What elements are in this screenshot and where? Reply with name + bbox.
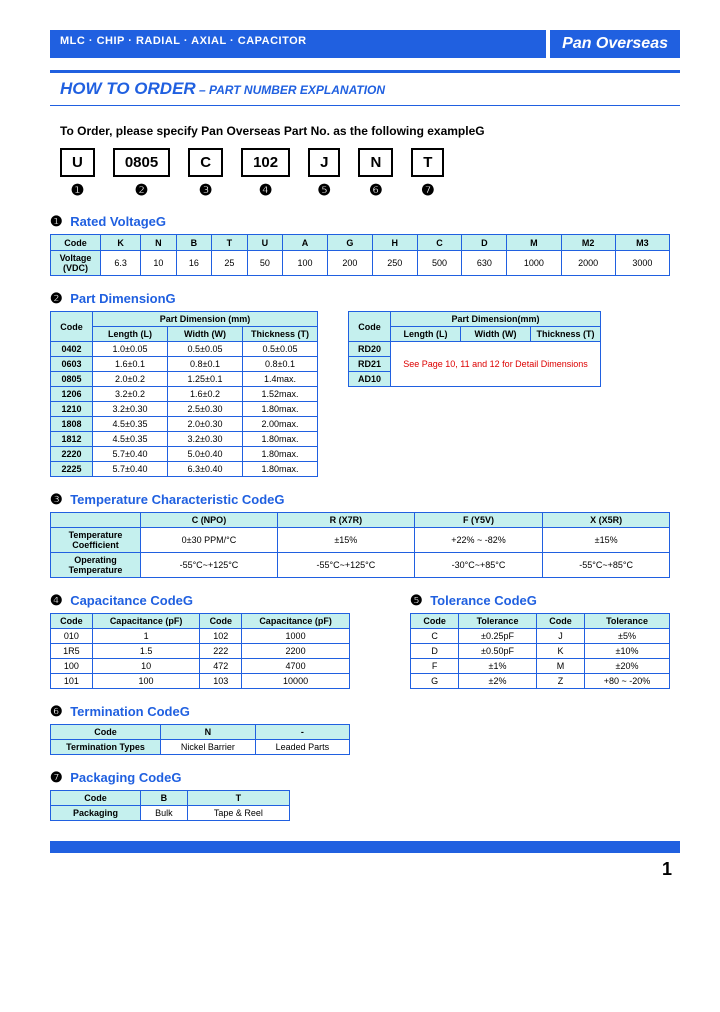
part-num: ❹ [259,181,272,199]
part-box: J [308,148,340,177]
table-tolerance: CodeToleranceCodeToleranceC±0.25pFJ±5%D±… [410,613,670,689]
part-box: 0805 [113,148,170,177]
section-5-head: ❺ Tolerance CodeG [410,592,670,609]
page-number: 1 [50,859,672,880]
section-2-head: ❷ Part DimensionG [50,290,680,307]
part-num: ❶ [71,181,84,199]
table-part-dim-b: CodePart Dimension(mm)Length (L)Width (W… [348,311,601,387]
table-capacitance: CodeCapacitance (pF)CodeCapacitance (pF)… [50,613,350,689]
part-box: U [60,148,95,177]
section-1-head: ❶ Rated VoltageG [50,213,680,230]
section-3-head: ❸ Temperature Characteristic CodeG [50,491,680,508]
part-num: ❺ [318,181,331,199]
title-sub: – PART NUMBER EXPLANATION [196,83,385,97]
table-packaging: CodeBTPackagingBulkTape & Reel [50,790,290,821]
header-left: MLC · CHIP · RADIAL · AXIAL · CAPACITOR [50,30,546,58]
table-part-dim-a: CodePart Dimension (mm)Length (L)Width (… [50,311,318,477]
title-main: HOW TO ORDER [60,79,196,98]
part-box: C [188,148,223,177]
header-row: MLC · CHIP · RADIAL · AXIAL · CAPACITOR … [50,30,680,58]
part-num: ❼ [421,181,434,199]
part-box: N [358,148,393,177]
part-num: ❷ [135,181,148,199]
section-6-head: ❻ Termination CodeG [50,703,680,720]
footer-bar [50,841,680,853]
part-num: ❸ [199,181,212,199]
title-bar: HOW TO ORDER – PART NUMBER EXPLANATION [50,70,680,106]
header-right: Pan Overseas [550,30,680,58]
part-number-boxes: U ❶ 0805 ❷ C ❸ 102 ❹ J ❺ N ❻ T ❼ [60,148,680,199]
order-instruction: To Order, please specify Pan Overseas Pa… [60,124,680,138]
section-4-head: ❹ Capacitance CodeG [50,592,350,609]
part-num: ❻ [369,181,382,199]
table-rated-voltage: CodeKNBTUAGHCDMM2M3Voltage (VDC)6.310162… [50,234,670,276]
part-box: 102 [241,148,290,177]
table-temp-char: C (NPO)R (X7R)F (Y5V)X (X5R)Temperature … [50,512,670,578]
part-box: T [411,148,444,177]
section-7-head: ❼ Packaging CodeG [50,769,680,786]
table-termination: CodeN-Termination TypesNickel BarrierLea… [50,724,350,755]
